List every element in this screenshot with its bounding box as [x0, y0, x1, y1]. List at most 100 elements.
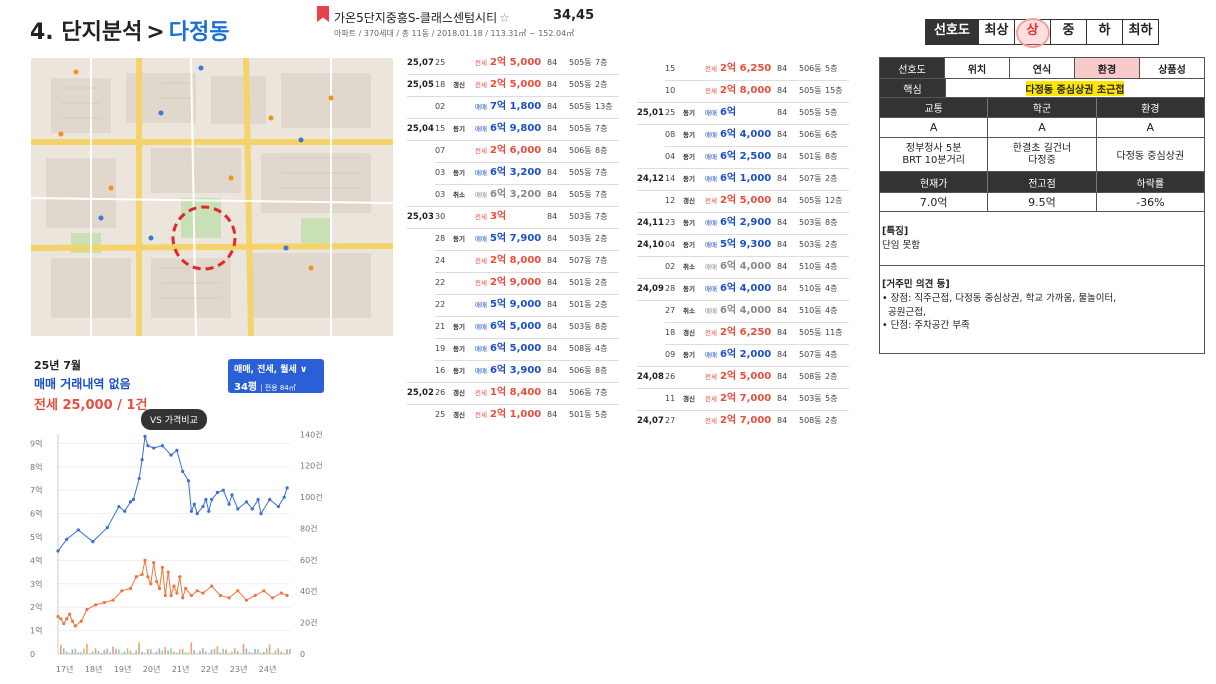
jeonse-price-point — [189, 593, 193, 598]
table-row[interactable]: 25,05 18 갱신 전세 2억 5,000 84 505동 2층 — [407, 74, 617, 96]
row-month — [407, 162, 435, 184]
volume-bar — [263, 651, 265, 654]
volume-bar — [234, 648, 236, 654]
volume-bar — [94, 648, 97, 654]
table-row[interactable]: 24,11 23 등기 매매 6억 2,900 84 503동 8층 — [637, 212, 847, 234]
jeonse-price-point — [253, 593, 257, 598]
table-row[interactable]: 10 전세 2억 8,000 84 505동 15층 — [637, 80, 847, 102]
table-row[interactable]: 09 등기 매매 6억 2,000 84 507동 4층 — [637, 344, 847, 366]
table-row[interactable]: 04 등기 매매 6억 2,500 84 501동 8층 — [637, 146, 847, 168]
cat-environment[interactable]: 환경 — [1074, 58, 1139, 78]
val-peak: 9.5억 — [987, 193, 1095, 211]
table-row[interactable]: 11 갱신 전세 2억 7,000 84 503동 5층 — [637, 388, 847, 410]
volume-bar — [190, 642, 193, 654]
row-month — [637, 256, 665, 278]
row-month — [407, 338, 435, 360]
detail-traffic: 정부청사 5분 BRT 10분거리 — [880, 138, 987, 171]
detail-school: 한결초 길건너 다정중 — [987, 138, 1095, 171]
table-row[interactable]: 24,07 27 전세 2억 7,000 84 508동 2층 — [637, 410, 847, 432]
row-dong: 506동 — [799, 130, 822, 139]
table-row[interactable]: 24,09 28 등기 매매 6억 4,000 84 510동 4층 — [637, 278, 847, 300]
detail-school-1: 한결초 길건너 — [1012, 142, 1072, 154]
table-row[interactable]: 25 갱신 전세 2억 1,000 84 501동 5층 — [407, 404, 617, 426]
row-dong: 505동 — [569, 102, 592, 111]
table-row[interactable]: 22 전세 2억 9,000 84 501동 2층 — [407, 272, 617, 294]
cat-product[interactable]: 상품성 — [1139, 58, 1204, 78]
row-size: 84 — [777, 306, 788, 315]
table-row[interactable]: 15 전세 2억 6,250 84 506동 5층 — [637, 58, 847, 80]
row-size: 84 — [777, 262, 788, 271]
preference-option-low[interactable]: 하 — [1086, 20, 1122, 44]
preference-option-lowest[interactable]: 최하 — [1122, 20, 1158, 44]
head-env: 환경 — [1095, 98, 1204, 117]
table-row[interactable]: 21 등기 매매 6억 5,000 84 503동 8층 — [407, 316, 617, 338]
row-month — [407, 228, 435, 250]
jeonse-price-point — [56, 614, 60, 619]
row-size: 84 — [547, 256, 558, 265]
table-row[interactable]: 12 갱신 전세 2억 5,000 84 505동 12층 — [637, 190, 847, 212]
volume-bar — [62, 648, 65, 654]
row-day: 27 — [665, 416, 676, 425]
table-row[interactable]: 03 취소 매매 6억 3,200 84 505동 7층 — [407, 184, 617, 206]
table-row[interactable]: 25,04 15 등기 매매 6억 9,800 84 505동 7층 — [407, 118, 617, 140]
row-dong: 503동 — [799, 240, 822, 249]
cat-age[interactable]: 연식 — [1009, 58, 1074, 78]
row-dong: 501동 — [799, 152, 822, 161]
bookmark-icon[interactable] — [317, 6, 329, 22]
row-tag: 갱신 — [683, 197, 695, 205]
table-row[interactable]: 25,03 30 전세 3억 84 503동 7층 — [407, 206, 617, 228]
sale-price-point — [169, 453, 173, 457]
sale-price-point — [175, 448, 179, 452]
row-month: 25,02 — [407, 388, 434, 398]
row-price: 매매 5억 9,000 — [475, 294, 547, 316]
volume-bar — [109, 652, 111, 654]
detail-env: 다정동 중심상권 — [1095, 138, 1204, 171]
region-name: 다정동 — [168, 20, 230, 45]
table-row[interactable]: 19 등기 매매 6억 5,000 84 508동 4층 — [407, 338, 617, 360]
row-dong: 505동 — [569, 190, 592, 199]
volume-bar — [239, 653, 242, 654]
row-tag: 갱신 — [453, 389, 465, 397]
jeonse-price-point — [227, 596, 231, 600]
x-tick-label: 23년 — [230, 664, 248, 674]
row-price-value: 2억 7,000 — [719, 393, 772, 404]
table-row[interactable]: 24,10 04 등기 매매 5억 9,300 84 503동 2층 — [637, 234, 847, 256]
table-row[interactable]: 24,08 26 전세 2억 5,000 84 508동 2층 — [637, 366, 847, 388]
row-tag — [683, 80, 705, 102]
jeonse-price-point — [244, 598, 249, 602]
table-row[interactable]: 27 취소 매매 6억 4,000 84 510동 4층 — [637, 300, 847, 322]
table-row[interactable]: 25,07 25 전세 2억 5,000 84 505동 7층 — [407, 52, 617, 74]
table-row[interactable]: 02 매매 7억 1,800 84 505동 13층 — [407, 96, 617, 118]
row-price-value: 2억 7,000 — [719, 415, 772, 426]
location-map[interactable] — [31, 58, 393, 336]
row-month — [407, 140, 435, 162]
table-row[interactable]: 25,02 26 갱신 전세 1억 8,400 84 506동 7층 — [407, 382, 617, 404]
page: 4. 단지분석 > 다정동 가온5단지중흥S-클래스센텀시티 ☆ 34,45 아파트 … — [0, 0, 1216, 684]
table-row[interactable]: 28 등기 매매 5억 7,900 84 503동 2층 — [407, 228, 617, 250]
table-row[interactable]: 18 갱신 전세 2억 6,250 84 505동 11층 — [637, 322, 847, 344]
row-price: 매매 6억 4,000 — [705, 256, 777, 278]
row-floor: 7층 — [595, 168, 608, 177]
preference-option-high[interactable]: 상 — [1014, 18, 1050, 48]
table-row[interactable]: 16 등기 매매 6억 3,900 84 506동 8층 — [407, 360, 617, 382]
row-price: 매매 6억 5,000 — [475, 316, 547, 338]
star-icon[interactable]: ☆ — [499, 11, 510, 25]
summary-sale: 매매 거래내역 없음 — [34, 377, 131, 391]
volume-bar — [77, 652, 79, 654]
table-row[interactable]: 24,12 14 등기 매매 6억 1,000 84 507동 2층 — [637, 168, 847, 190]
cat-location[interactable]: 위치 — [944, 58, 1009, 78]
preference-option-best[interactable]: 최상 — [978, 20, 1014, 44]
table-row[interactable]: 22 매매 5억 9,000 84 501동 2층 — [407, 294, 617, 316]
table-row[interactable]: 08 등기 매매 6억 4,000 84 506동 6층 — [637, 124, 847, 146]
table-row[interactable]: 25,01 25 등기 매매 6억 84 505동 5층 — [637, 102, 847, 124]
row-size: 84 — [777, 64, 788, 73]
table-row[interactable]: 03 등기 매매 6억 3,200 84 505동 7층 — [407, 162, 617, 184]
table-row[interactable]: 07 전세 2억 6,000 84 506동 8층 — [407, 140, 617, 162]
filter-dropdown[interactable]: 매매, 전세, 월세 ∨ 34평 | 전용 84㎡ — [228, 359, 324, 393]
table-row[interactable]: 02 취소 매매 6억 4,000 84 510동 4층 — [637, 256, 847, 278]
preference-option-mid[interactable]: 중 — [1050, 20, 1086, 44]
jeonse-price-point — [166, 570, 170, 574]
y-tick-label: 3억 — [30, 579, 42, 589]
jeonse-price-line — [57, 560, 288, 627]
table-row[interactable]: 24 전세 2억 8,000 84 507동 7층 — [407, 250, 617, 272]
